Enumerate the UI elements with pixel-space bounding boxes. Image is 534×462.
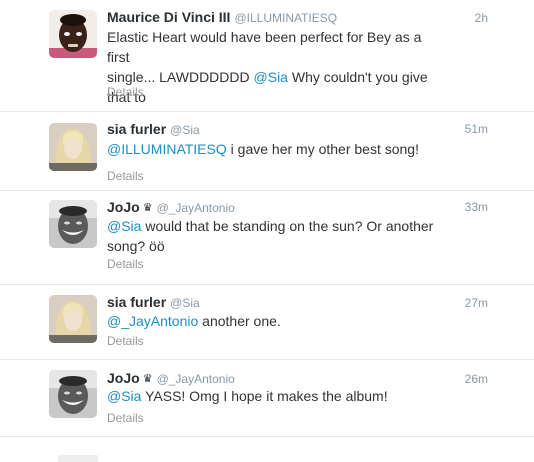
mention-link[interactable]: @ILLUMINATIESQ: [107, 141, 227, 157]
tweet-item[interactable]: JoJo ♛ @_JayAntonio 26m @Sia YASS! Omg I h…: [0, 360, 534, 437]
next-tweet-preview: [58, 455, 98, 462]
tweet-text-line: song? öö: [107, 238, 165, 254]
avatar[interactable]: [49, 200, 97, 248]
avatar[interactable]: [49, 10, 97, 58]
tweet-header: sia furler @Sia: [107, 120, 488, 139]
details-link[interactable]: Details: [107, 85, 144, 99]
tweet-timestamp[interactable]: 33m: [465, 198, 488, 216]
tweet-text-line: @Sia would that be standing on the sun? …: [107, 216, 437, 236]
avatar-image: [49, 370, 97, 418]
user-handle[interactable]: @_JayAntonio: [157, 201, 235, 215]
details-link[interactable]: Details: [107, 257, 144, 271]
details-link[interactable]: Details: [107, 169, 144, 183]
user-fullname[interactable]: Maurice Di Vinci III: [107, 9, 230, 25]
user-handle[interactable]: @Sia: [170, 296, 200, 310]
tweet-timestamp[interactable]: 51m: [465, 120, 488, 138]
tweet-timestamp[interactable]: 27m: [465, 294, 488, 312]
details-link[interactable]: Details: [107, 334, 144, 348]
user-handle[interactable]: @ILLUMINATIESQ: [234, 11, 337, 25]
tweet-text: @Sia YASS! Omg I hope it makes the album…: [107, 386, 437, 406]
user-fullname[interactable]: sia furler: [107, 121, 166, 137]
tweet-timestamp[interactable]: 26m: [465, 370, 488, 388]
tweet-text: @_JayAntonio another one.: [107, 311, 437, 331]
avatar[interactable]: [49, 370, 97, 418]
tweet-item[interactable]: JoJo ♛ @_JayAntonio 33m @Sia would that be…: [0, 191, 534, 285]
mention-link[interactable]: @Sia: [107, 218, 141, 234]
user-handle[interactable]: @_JayAntonio: [157, 372, 235, 386]
tweet-text-fragment: would that be standing on the sun? Or an…: [141, 218, 434, 234]
tweet-text-line: @ILLUMINATIESQ i gave her my other best …: [107, 139, 437, 159]
details-link[interactable]: Details: [107, 411, 144, 425]
user-fullname[interactable]: JoJo: [107, 199, 140, 215]
user-fullname[interactable]: sia furler: [107, 294, 166, 310]
avatar-image: [49, 123, 97, 171]
tweet-timestamp[interactable]: 2h: [475, 9, 488, 27]
tweet-item[interactable]: Maurice Di Vinci III @ILLUMINATIESQ 2h El…: [0, 0, 534, 125]
user-handle[interactable]: @Sia: [170, 123, 200, 137]
tweet-header: JoJo ♛ @_JayAntonio: [107, 198, 488, 217]
tweet-text-fragment: single... LAWDDDDDD: [107, 69, 254, 85]
tweet-text-line: Elastic Heart would have been perfect fo…: [107, 29, 422, 65]
avatar-image: [49, 295, 97, 343]
tweet-text-fragment: YASS! Omg I hope it makes the album!: [141, 388, 388, 404]
mention-link[interactable]: @Sia: [107, 388, 141, 404]
avatar-image: [49, 200, 97, 248]
avatar[interactable]: [49, 295, 97, 343]
tweet-timeline: Maurice Di Vinci III @ILLUMINATIESQ 2h El…: [0, 0, 534, 462]
user-fullname[interactable]: JoJo: [107, 370, 140, 386]
tweet-text: @Sia would that be standing on the sun? …: [107, 216, 437, 256]
tweet-item[interactable]: sia furler @Sia 27m @_JayAntonio another …: [0, 285, 534, 360]
tweet-header: Maurice Di Vinci III @ILLUMINATIESQ: [107, 8, 488, 27]
crown-icon: ♛: [142, 202, 153, 214]
tweet-text-line: single... LAWDDDDDD @Sia Why couldn't yo…: [107, 67, 437, 107]
tweet-text-line: @_JayAntonio another one.: [107, 311, 437, 331]
tweet-text-fragment: i gave her my other best song!: [226, 141, 419, 157]
tweet-text: @ILLUMINATIESQ i gave her my other best …: [107, 139, 437, 159]
mention-link[interactable]: @Sia: [254, 69, 288, 85]
tweet-text-fragment: another one.: [198, 313, 281, 329]
avatar[interactable]: [49, 123, 97, 171]
tweet-item[interactable]: sia furler @Sia 51m @ILLUMINATIESQ i gave…: [0, 112, 534, 191]
mention-link[interactable]: @_JayAntonio: [107, 313, 198, 329]
tweet-header: sia furler @Sia: [107, 293, 488, 312]
avatar-image: [49, 10, 97, 58]
tweet-text-line: @Sia YASS! Omg I hope it makes the album…: [107, 386, 437, 406]
